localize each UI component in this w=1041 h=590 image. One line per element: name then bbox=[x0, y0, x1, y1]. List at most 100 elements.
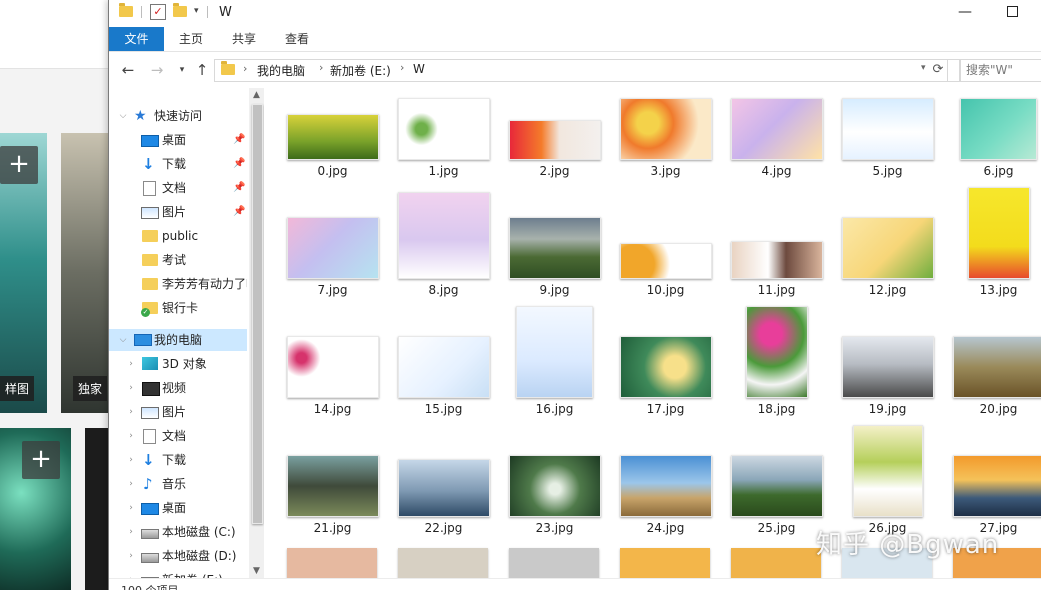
file-item[interactable]: 20.jpg bbox=[943, 326, 1041, 445]
forward-arrow-icon[interactable]: → bbox=[147, 60, 167, 80]
nav-item-music[interactable]: › ♪ 音乐 bbox=[109, 473, 247, 495]
nav-item-exam[interactable]: 考试 bbox=[109, 249, 247, 271]
nav-item-drive-e[interactable]: › 新加卷 (E:) bbox=[109, 569, 247, 578]
file-item[interactable]: 23.jpg bbox=[499, 445, 610, 564]
file-item[interactable]: 4.jpg bbox=[721, 88, 832, 207]
image-thumbnail[interactable] bbox=[730, 98, 823, 160]
image-thumbnail[interactable] bbox=[397, 192, 490, 279]
image-thumbnail[interactable] bbox=[620, 548, 710, 578]
file-item[interactable]: 24.jpg bbox=[610, 445, 721, 564]
chevron-right-icon[interactable]: › bbox=[243, 62, 247, 75]
image-thumbnail[interactable] bbox=[619, 243, 712, 279]
image-thumbnail[interactable] bbox=[397, 336, 490, 398]
image-thumbnail[interactable] bbox=[619, 455, 712, 517]
image-thumbnail[interactable] bbox=[398, 548, 488, 578]
image-thumbnail[interactable] bbox=[730, 241, 823, 279]
chevron-right-icon[interactable]: › bbox=[125, 377, 137, 399]
image-thumbnail[interactable] bbox=[745, 306, 808, 398]
image-thumbnail[interactable] bbox=[731, 548, 821, 578]
nav-item-desktop[interactable]: 桌面 📌 bbox=[109, 129, 247, 151]
breadcrumb-item[interactable]: 我的电脑 bbox=[257, 62, 305, 79]
image-thumbnail[interactable] bbox=[619, 336, 712, 398]
image-thumbnail[interactable] bbox=[730, 455, 823, 517]
file-item[interactable]: 2.jpg bbox=[499, 88, 610, 207]
nav-item-desktop[interactable]: › 桌面 bbox=[109, 497, 247, 519]
nav-item-videos[interactable]: › 视频 bbox=[109, 377, 247, 399]
image-thumbnail[interactable] bbox=[508, 455, 601, 517]
up-arrow-icon[interactable]: ↑ bbox=[192, 60, 212, 80]
maximize-button[interactable] bbox=[989, 0, 1035, 26]
recent-locations-icon[interactable]: ▾ bbox=[172, 60, 192, 80]
nav-item-pictures[interactable]: 图片 📌 bbox=[109, 201, 247, 223]
chevron-down-icon[interactable]: ▾ bbox=[921, 63, 926, 73]
image-thumbnail[interactable] bbox=[286, 217, 379, 279]
image-thumbnail[interactable] bbox=[841, 98, 934, 160]
image-thumbnail[interactable] bbox=[952, 336, 1041, 398]
tab-home[interactable]: 主页 bbox=[171, 27, 211, 51]
chevron-right-icon[interactable]: › bbox=[400, 61, 404, 74]
nav-item-drive-c[interactable]: › 本地磁盘 (C:) bbox=[109, 521, 247, 543]
nav-item-bank-card[interactable]: ✓ 银行卡 bbox=[109, 297, 247, 319]
address-input[interactable]: › 我的电脑 › 新加卷 (E:) › W ▾ bbox=[214, 59, 960, 82]
back-arrow-icon[interactable]: ← bbox=[118, 60, 138, 80]
image-thumbnail[interactable] bbox=[397, 98, 490, 160]
image-thumbnail[interactable] bbox=[619, 98, 712, 160]
file-item[interactable]: 10.jpg bbox=[610, 207, 721, 326]
nav-item-this-pc[interactable]: ⌵ 我的电脑 bbox=[109, 329, 247, 351]
pin-icon[interactable]: 📌 bbox=[233, 201, 245, 223]
image-thumbnail[interactable] bbox=[286, 336, 379, 398]
properties-icon[interactable]: ✓ bbox=[150, 4, 166, 20]
chevron-right-icon[interactable]: › bbox=[319, 61, 323, 74]
file-item[interactable]: 3.jpg bbox=[610, 88, 721, 207]
nav-item-folder[interactable]: 李芳芳有动力了吗 bbox=[109, 273, 247, 295]
add-icon[interactable]: + bbox=[22, 441, 60, 479]
image-thumbnail[interactable] bbox=[841, 336, 934, 398]
file-item[interactable]: 16.jpg bbox=[499, 306, 610, 445]
add-icon[interactable]: + bbox=[0, 146, 38, 184]
chevron-down-icon[interactable]: ⌵ bbox=[117, 329, 129, 351]
search-input[interactable] bbox=[961, 60, 1041, 79]
search-box[interactable] bbox=[960, 59, 1041, 82]
scroll-up-icon[interactable]: ▲ bbox=[249, 88, 264, 102]
file-item[interactable]: 18.jpg bbox=[721, 306, 832, 445]
background-image-card[interactable] bbox=[85, 428, 110, 590]
tab-view[interactable]: 查看 bbox=[277, 27, 317, 51]
chevron-right-icon[interactable]: › bbox=[125, 401, 137, 423]
file-item[interactable]: 8.jpg bbox=[388, 192, 499, 326]
file-item[interactable]: 14.jpg bbox=[277, 326, 388, 445]
chevron-right-icon[interactable]: › bbox=[125, 353, 137, 375]
chevron-right-icon[interactable]: › bbox=[125, 449, 137, 471]
image-thumbnail[interactable] bbox=[952, 455, 1041, 517]
nav-item-documents[interactable]: 文档 📌 bbox=[109, 177, 247, 199]
nav-scrollbar[interactable]: ▲ ▼ bbox=[249, 88, 264, 578]
nav-item-drive-d[interactable]: › 本地磁盘 (D:) bbox=[109, 545, 247, 567]
scroll-down-icon[interactable]: ▼ bbox=[249, 564, 264, 578]
chevron-right-icon[interactable]: › bbox=[125, 545, 137, 567]
nav-item-3d-objects[interactable]: › 3D 对象 bbox=[109, 353, 247, 375]
image-thumbnail[interactable] bbox=[852, 425, 923, 517]
file-item[interactable]: 13.jpg bbox=[943, 187, 1041, 326]
image-thumbnail[interactable] bbox=[508, 217, 601, 279]
nav-item-public[interactable]: public bbox=[109, 225, 247, 247]
file-item[interactable]: 0.jpg bbox=[277, 88, 388, 207]
chevron-down-icon[interactable]: ⌵ bbox=[117, 105, 129, 127]
chevron-right-icon[interactable]: › bbox=[125, 569, 137, 578]
background-image-card[interactable] bbox=[61, 133, 110, 413]
file-item[interactable]: 1.jpg bbox=[388, 88, 499, 207]
image-thumbnail[interactable] bbox=[286, 114, 379, 160]
scrollbar-thumb[interactable] bbox=[252, 104, 263, 524]
nav-item-downloads[interactable]: › ↓ 下载 bbox=[109, 449, 247, 471]
nav-item-pictures[interactable]: › 图片 bbox=[109, 401, 247, 423]
nav-item-quick-access[interactable]: ⌵ ★ 快速访问 bbox=[109, 105, 247, 127]
chevron-right-icon[interactable]: › bbox=[125, 497, 137, 519]
image-thumbnail[interactable] bbox=[960, 98, 1037, 160]
image-thumbnail[interactable] bbox=[967, 187, 1030, 279]
chevron-right-icon[interactable]: › bbox=[125, 425, 137, 447]
file-item[interactable]: 5.jpg bbox=[832, 88, 943, 207]
breadcrumb-item[interactable]: 新加卷 (E:) bbox=[330, 62, 391, 79]
file-item[interactable]: 17.jpg bbox=[610, 326, 721, 445]
pin-icon[interactable]: 📌 bbox=[233, 177, 245, 199]
file-item[interactable]: 12.jpg bbox=[832, 207, 943, 326]
image-thumbnail[interactable] bbox=[397, 459, 490, 517]
new-folder-icon[interactable] bbox=[173, 3, 187, 20]
